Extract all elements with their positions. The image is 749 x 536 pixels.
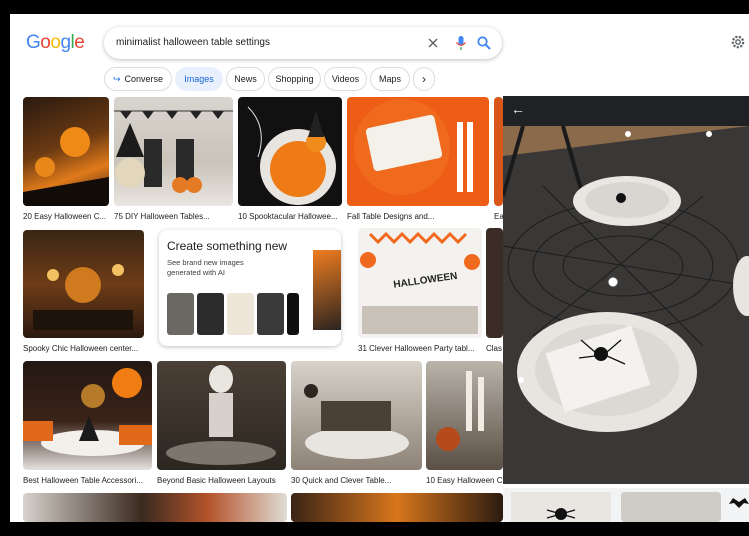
related-image[interactable] [511, 492, 611, 522]
result-caption[interactable]: Fall Table Designs and... [347, 212, 489, 221]
result-image-4[interactable] [347, 97, 489, 206]
ai-card-decoration [313, 250, 341, 330]
preview-image[interactable] [503, 126, 749, 484]
ai-card-title: Create something new [167, 239, 288, 253]
result-caption[interactable]: 30 Quick and Clever Table... [291, 476, 422, 485]
result-image-10[interactable] [157, 361, 286, 470]
chip-news[interactable]: News [226, 67, 265, 91]
search-box[interactable]: minimalist halloween table settings [104, 27, 502, 59]
result-image-7[interactable]: HALLOWEEN [358, 228, 482, 338]
ai-card-subtitle: See brand new images generated with AI [167, 258, 244, 277]
ai-sample-image [227, 293, 254, 335]
result-caption[interactable]: 10 Spooktacular Hallowee... [238, 212, 342, 221]
related-image[interactable] [621, 492, 721, 522]
image-preview-panel: ← [503, 96, 749, 522]
google-logo[interactable]: Google [26, 32, 85, 54]
result-image-13[interactable] [23, 493, 287, 522]
gear-icon[interactable] [730, 34, 746, 50]
result-image-8[interactable] [486, 228, 503, 338]
preview-toolbar: ← [503, 96, 749, 126]
ai-create-card[interactable]: Create something new See brand new image… [159, 230, 341, 346]
result-image-2[interactable] [114, 97, 233, 206]
result-caption[interactable]: 31 Clever Halloween Party tabl... [358, 344, 482, 353]
result-caption[interactable]: Ea [494, 212, 503, 221]
ai-sample-image [167, 293, 194, 335]
chip-converse[interactable]: ↪ Converse [104, 67, 172, 91]
chip-images[interactable]: Images [175, 67, 223, 91]
converse-arrow-icon: ↪ [112, 74, 121, 84]
ai-sample-image [257, 293, 284, 335]
result-caption[interactable]: Best Halloween Table Accessori... [23, 476, 153, 485]
result-image-12[interactable] [426, 361, 503, 470]
result-caption[interactable]: 20 Easy Halloween C... [23, 212, 111, 221]
search-input[interactable]: minimalist halloween table settings [116, 37, 270, 48]
result-image-3[interactable] [238, 97, 342, 206]
chip-shopping[interactable]: Shopping [268, 67, 321, 91]
chevron-right-icon[interactable]: › [413, 67, 435, 91]
result-caption[interactable]: 75 DIY Halloween Tables... [114, 212, 234, 221]
party-banner-text: HALLOWEEN [393, 271, 458, 291]
result-image-1[interactable] [23, 97, 109, 206]
result-image-14[interactable] [291, 493, 503, 522]
related-images-strip [503, 488, 749, 522]
result-image-5[interactable] [494, 97, 503, 206]
microphone-icon[interactable] [454, 35, 468, 51]
result-caption[interactable]: Beyond Basic Halloween Layouts [157, 476, 287, 485]
chip-videos[interactable]: Videos [324, 67, 367, 91]
result-image-11[interactable] [291, 361, 422, 470]
bat-icon [729, 496, 749, 510]
result-caption[interactable]: Clas [486, 344, 503, 353]
result-caption[interactable]: Spooky Chic Halloween center... [23, 344, 144, 353]
result-caption[interactable]: 10 Easy Halloween C [426, 476, 503, 485]
chip-maps[interactable]: Maps [370, 67, 410, 91]
search-results-page: Google minimalist halloween table settin… [10, 14, 749, 522]
ai-sample-image [287, 293, 299, 335]
back-arrow-icon[interactable]: ← [511, 101, 525, 117]
search-icon[interactable] [476, 35, 492, 51]
ai-sample-image [197, 293, 224, 335]
result-image-9[interactable] [23, 361, 152, 470]
clear-icon[interactable] [426, 33, 442, 53]
result-image-6[interactable] [23, 230, 144, 338]
